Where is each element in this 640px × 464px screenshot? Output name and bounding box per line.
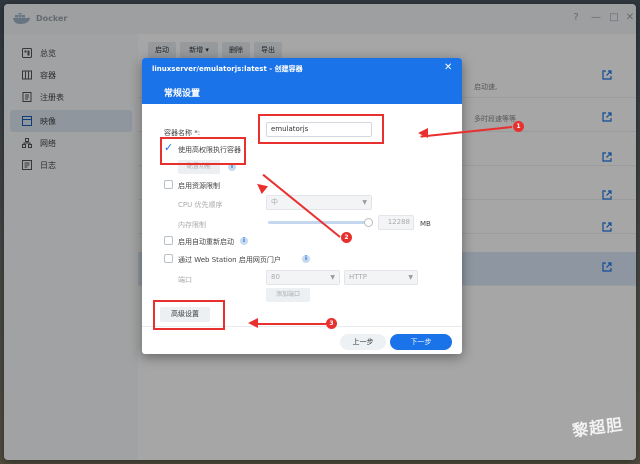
port-select[interactable]: 80 ▼ [266,270,340,285]
resource-limit-checkbox[interactable] [164,180,173,189]
annotation-badge: 3 [326,318,337,329]
cpu-priority-label: CPU 优先顺序 [178,201,223,209]
auto-restart-checkbox[interactable] [164,236,173,245]
memory-slider-handle[interactable] [364,218,373,227]
chevron-down-icon: ▼ [408,274,413,281]
port-value: 80 [271,273,280,281]
memory-unit: MB [420,220,431,228]
next-button[interactable]: 下一步 [390,334,452,350]
annotation-badge: 1 [513,121,524,132]
resource-limit-label: 启用资源限制 [178,182,220,190]
dialog-title: linuxserver/emulatorjs:latest - 创建容器 [152,65,303,73]
dialog-header: linuxserver/emulatorjs:latest - 创建容器 ✕ 常… [142,58,462,104]
annotation-box-advanced [153,300,225,330]
protocol-select[interactable]: HTTP ▼ [344,270,418,285]
memory-limit-label: 内存限制 [178,221,206,229]
previous-button[interactable]: 上一步 [340,334,386,350]
annotation-arrowhead [248,318,258,328]
chevron-down-icon: ▼ [362,199,367,206]
add-port-button[interactable]: 添加端口 [266,288,310,302]
annotation-arrow-line [256,323,326,325]
close-icon[interactable]: ✕ [444,62,452,73]
cpu-priority-select[interactable]: 中 ▼ [266,195,372,210]
annotation-arrowhead [418,128,428,138]
info-icon[interactable]: i [302,255,310,263]
auto-restart-label: 启用自动重新启动 [178,238,234,246]
annotation-box-privileged [160,137,246,165]
port-label: 端口 [178,276,192,284]
annotation-badge: 2 [341,232,352,243]
section-title: 常规设置 [164,89,201,99]
chevron-down-icon: ▼ [330,274,335,281]
memory-input[interactable]: 12288 [378,215,414,230]
webstation-label: 通过 Web Station 启用网页门户 [178,256,281,264]
annotation-box-name [258,114,384,144]
memory-slider-track[interactable] [268,221,368,224]
webstation-checkbox[interactable] [164,254,173,263]
cpu-priority-value: 中 [271,198,278,206]
protocol-value: HTTP [349,273,367,281]
info-icon[interactable]: i [240,237,248,245]
